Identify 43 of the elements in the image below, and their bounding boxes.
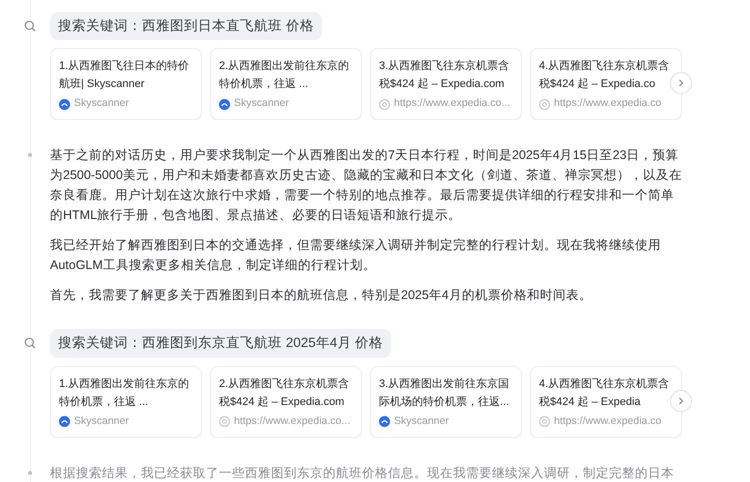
globe-icon [539,416,550,427]
cloud-logo-icon [219,98,230,110]
result-source: https://www.expedia.co [554,96,662,112]
result-card[interactable]: 2.从西雅图飞往东京机票含 税$424 起 – Expedia.com https://www.expedia.co... [210,366,362,438]
result-source: Skyscanner [74,96,129,112]
result-title: 2.从西雅图出发前往东京的 特价机票，往返 ... [219,58,350,92]
result-source: https://www.expedia.co... [234,414,350,428]
result-card[interactable]: 3.从西雅图飞往东京机票含 税$424 起 – Expedia.com https://www.expedia.co... [370,48,522,120]
result-card[interactable]: 2.从西雅图出发前往东京的 特价机票，往返 ... Skyscanner [210,48,362,120]
result-title: 4.从西雅图飞往东京机票含 税$424 起 – Expedia [539,376,670,410]
result-source: https://www.expedia.co [554,414,662,428]
result-card[interactable]: 4.从西雅图飞往东京机票含 税$424 起 – Expedia.co https://www.expedia.co [530,48,682,120]
chevron-right-icon [677,79,685,88]
result-title: 2.从西雅图飞往东京机票含 税$424 起 – Expedia.com [219,376,350,410]
result-card[interactable]: 1.从西雅图飞往日本的特价 航班| Skyscanner Skyscanner [50,48,202,120]
search-icon [24,20,36,32]
result-source: Skyscanner [394,414,449,428]
cloud-logo-icon [59,416,70,427]
result-source: https://www.expedia.co... [394,96,510,112]
result-source: Skyscanner [234,96,289,112]
result-title: 1.从西雅图飞往日本的特价 航班| Skyscanner [59,59,190,92]
result-card[interactable]: 1.从西雅图出发前往东京的 特价机票，往返 ... Skyscanner [50,366,202,438]
next-button[interactable] [670,72,692,94]
search-icon [24,337,36,350]
paragraph: 我已经开始了解西雅图到日本的交通选择，但需要继续深入调研并制定完整的行程计划。现在我将继续使用AutoGLM工具搜索更多相关信息，制定详细的行程计划。 [50,237,662,274]
chevron-right-icon [677,396,685,404]
result-title: 3.从西雅图出发前往东京国 际机场的特价机票，往返... [379,376,510,410]
result-card[interactable]: 4.从西雅图飞往东京机票含 税$424 起 – Expedia https://www.expedia.co [530,366,682,438]
search-query: 搜索关键词：西雅图到日本直飞航班 价格 [50,12,322,40]
result-source: Skyscanner [74,414,129,428]
search-query: 搜索关键词：西雅图到东京直飞航班 2025年4月 价格 [50,329,392,358]
result-card[interactable]: 3.从西雅图出发前往东京国 际机场的特价机票，往返... Skyscanner [370,366,522,438]
globe-icon [219,416,230,427]
globe-icon [379,98,390,110]
cloud-logo-icon [59,98,70,110]
paragraph: 根据搜索结果，我已经获取了一些西雅图到东京的航班价格信息。现在我需要继续深入调研，制定完整的日本 [50,464,675,482]
result-title: 3.从西雅图飞往东京机票含 税$424 起 – Expedia.com [379,58,510,92]
globe-icon [539,98,550,110]
paragraph: 基于之前的对话历史，用户要求我制定一个从西雅图出发的7天日本行程，时间是2025年4月15日至23日，预算为2500-5000美元，用户和未婚妻都喜欢历史古迹、隐藏的宝藏和日本文化（剑道、茶道、禅宗冥想），以及在奈良看鹿。用户计划在这次旅行中求婚，需要一个特别的地点推荐。最后需要提供详细的行程安排和一个简单的HTML旅行手册，包含地图、景点描述、必要的日语短语和旅行提示。 [50,147,683,224]
cloud-logo-icon [379,416,390,427]
paragraph: 首先，我需要了解更多关于西雅图到日本的航班信息，特别是2025年4月的机票价格和时间表。 [50,287,593,304]
result-title: 4.从西雅图飞往东京机票含 税$424 起 – Expedia.co [539,58,670,92]
result-title: 1.从西雅图出发前往东京的 特价机票，往返 ... [59,376,190,410]
